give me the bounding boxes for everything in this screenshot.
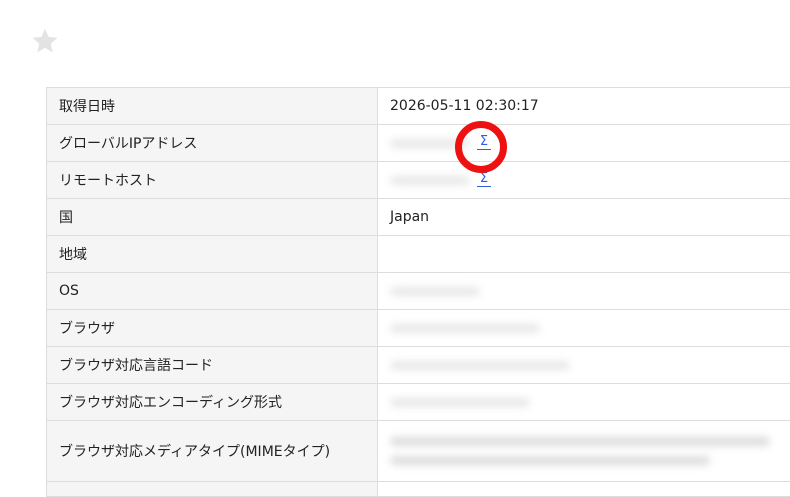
- table-row: 取得日時 2026-05-11 02:30:17: [46, 87, 790, 125]
- redacted-mime-value-line1: [390, 437, 770, 446]
- row-label-country: 国: [46, 198, 378, 236]
- row-label-browser: ブラウザ: [46, 309, 378, 347]
- row-label-remote-host: リモートホスト: [46, 161, 378, 199]
- row-label-browser-encoding: ブラウザ対応エンコーディング形式: [46, 383, 378, 421]
- redacted-os-value: [390, 286, 480, 296]
- row-value-browser: [377, 309, 790, 347]
- table-row: OS: [46, 272, 790, 310]
- row-label-region: 地域: [46, 235, 378, 273]
- table-row: ブラウザ対応メディアタイプ(MIMEタイプ): [46, 420, 790, 482]
- table-row: 国 Japan: [46, 198, 790, 236]
- row-value-browser-mime: [377, 420, 790, 482]
- row-value-global-ip: Σ: [377, 124, 790, 162]
- row-value-empty: [377, 481, 790, 497]
- table-row: ブラウザ: [46, 309, 790, 347]
- row-label-acquired-time: 取得日時: [46, 87, 378, 125]
- table-row: ブラウザ対応エンコーディング形式: [46, 383, 790, 421]
- row-label-browser-language: ブラウザ対応言語コード: [46, 346, 378, 384]
- sigma-lookup-icon[interactable]: Σ: [477, 135, 491, 150]
- info-table: 取得日時 2026-05-11 02:30:17 グローバルIPアドレス Σ リ…: [46, 87, 790, 497]
- row-label-global-ip: グローバルIPアドレス: [46, 124, 378, 162]
- page: 取得日時 2026-05-11 02:30:17 グローバルIPアドレス Σ リ…: [0, 0, 790, 497]
- row-value-country: Japan: [377, 198, 790, 236]
- row-value-os: [377, 272, 790, 310]
- row-value-browser-language: [377, 346, 790, 384]
- table-row: [46, 481, 790, 497]
- redacted-browser-value: [390, 323, 540, 333]
- row-value-browser-encoding: [377, 383, 790, 421]
- redacted-encoding-value: [390, 397, 530, 407]
- row-value-remote-host: Σ: [377, 161, 790, 199]
- redacted-mime-value-line2: [390, 456, 710, 465]
- redacted-host-value: [390, 175, 470, 185]
- sigma-lookup-icon[interactable]: Σ: [477, 172, 491, 187]
- table-row: ブラウザ対応言語コード: [46, 346, 790, 384]
- redacted-language-value: [390, 360, 570, 370]
- row-label-os: OS: [46, 272, 378, 310]
- redacted-ip-value: [390, 138, 470, 148]
- row-label-browser-mime: ブラウザ対応メディアタイプ(MIMEタイプ): [46, 420, 378, 482]
- row-value-region: [377, 235, 790, 273]
- table-row: 地域: [46, 235, 790, 273]
- star-icon[interactable]: [30, 26, 60, 56]
- row-label-empty: [46, 481, 378, 497]
- row-value-acquired-time: 2026-05-11 02:30:17: [377, 87, 790, 125]
- table-row: リモートホスト Σ: [46, 161, 790, 199]
- table-row: グローバルIPアドレス Σ: [46, 124, 790, 162]
